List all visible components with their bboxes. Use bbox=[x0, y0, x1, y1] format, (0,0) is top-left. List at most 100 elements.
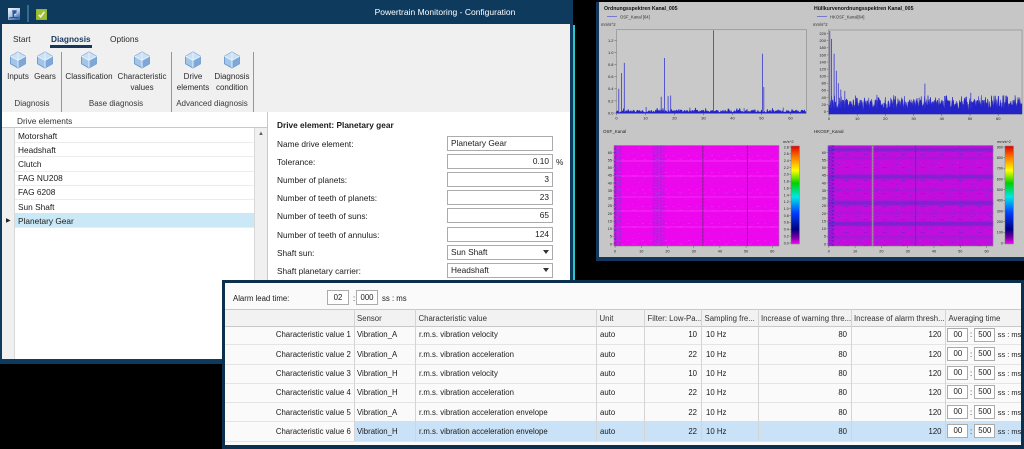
svg-text:20: 20 bbox=[822, 212, 826, 216]
svg-text:0.4: 0.4 bbox=[784, 228, 789, 232]
svg-text:0: 0 bbox=[1001, 241, 1003, 245]
svg-text:30: 30 bbox=[701, 116, 706, 121]
svg-text:160: 160 bbox=[819, 52, 826, 57]
svg-text:1.0: 1.0 bbox=[784, 207, 789, 211]
svg-text:20: 20 bbox=[879, 250, 883, 254]
svg-text:20: 20 bbox=[672, 116, 677, 121]
svg-text:30: 30 bbox=[608, 197, 612, 201]
svg-text:20: 20 bbox=[883, 116, 888, 121]
svg-text:20: 20 bbox=[608, 212, 612, 216]
svg-text:OSF_Kanal: OSF_Kanal bbox=[603, 129, 626, 134]
svg-text:30: 30 bbox=[906, 250, 910, 254]
svg-text:HKOSF_Kanal[64]: HKOSF_Kanal[64] bbox=[830, 15, 864, 20]
svg-text:500: 500 bbox=[997, 188, 1003, 192]
svg-text:HKOSF_Kanal: HKOSF_Kanal bbox=[814, 129, 844, 134]
svg-text:50: 50 bbox=[822, 166, 826, 170]
svg-text:55: 55 bbox=[608, 159, 612, 163]
svg-text:0: 0 bbox=[615, 116, 618, 121]
svg-text:300: 300 bbox=[997, 209, 1003, 213]
svg-text:1.4: 1.4 bbox=[784, 193, 789, 197]
svg-text:0.6: 0.6 bbox=[608, 74, 614, 79]
svg-text:40: 40 bbox=[932, 250, 936, 254]
svg-text:1.8: 1.8 bbox=[784, 180, 789, 184]
svg-text:50: 50 bbox=[744, 250, 748, 254]
svg-text:10: 10 bbox=[853, 250, 857, 254]
svg-text:60: 60 bbox=[770, 250, 774, 254]
svg-text:200: 200 bbox=[819, 38, 826, 43]
svg-text:180: 180 bbox=[819, 45, 826, 50]
svg-text:40: 40 bbox=[730, 116, 735, 121]
svg-text:0.2: 0.2 bbox=[784, 234, 789, 238]
svg-text:0: 0 bbox=[828, 250, 830, 254]
svg-text:m/s^2: m/s^2 bbox=[783, 139, 794, 144]
svg-text:mm/s^2: mm/s^2 bbox=[997, 139, 1012, 144]
svg-text:1.2: 1.2 bbox=[608, 38, 614, 43]
svg-text:2.0: 2.0 bbox=[784, 173, 789, 177]
svg-text:60: 60 bbox=[608, 151, 612, 155]
svg-text:20: 20 bbox=[822, 102, 827, 107]
svg-text:400: 400 bbox=[997, 199, 1003, 203]
svg-text:40: 40 bbox=[608, 181, 612, 185]
svg-text:Hüllkurvenordnungsspektren Kan: Hüllkurvenordnungsspektren Kanal_005 bbox=[814, 6, 914, 12]
svg-text:15: 15 bbox=[608, 219, 612, 223]
svg-text:35: 35 bbox=[608, 189, 612, 193]
svg-text:60: 60 bbox=[822, 88, 827, 93]
svg-text:0.8: 0.8 bbox=[784, 214, 789, 218]
svg-text:0.0: 0.0 bbox=[608, 110, 614, 115]
svg-text:1.6: 1.6 bbox=[784, 186, 789, 190]
svg-text:60: 60 bbox=[788, 116, 793, 121]
svg-text:60: 60 bbox=[984, 250, 988, 254]
svg-text:0.8: 0.8 bbox=[608, 62, 614, 67]
svg-text:OSF_Kanal [64]: OSF_Kanal [64] bbox=[620, 15, 650, 20]
svg-text:50: 50 bbox=[608, 166, 612, 170]
svg-text:0: 0 bbox=[824, 109, 827, 114]
svg-text:900: 900 bbox=[997, 145, 1003, 149]
svg-text:2.8: 2.8 bbox=[784, 145, 789, 149]
svg-text:40: 40 bbox=[940, 116, 945, 121]
svg-text:60: 60 bbox=[822, 151, 826, 155]
svg-text:10: 10 bbox=[822, 227, 826, 231]
svg-text:15: 15 bbox=[822, 219, 826, 223]
svg-text:50: 50 bbox=[958, 250, 962, 254]
svg-text:2.6: 2.6 bbox=[784, 152, 789, 156]
svg-text:140: 140 bbox=[819, 59, 826, 64]
svg-text:700: 700 bbox=[997, 167, 1003, 171]
svg-text:mm/s^2: mm/s^2 bbox=[813, 22, 828, 27]
svg-text:0.0: 0.0 bbox=[784, 241, 789, 245]
svg-text:60: 60 bbox=[996, 116, 1001, 121]
svg-text:40: 40 bbox=[822, 95, 827, 100]
svg-text:200: 200 bbox=[997, 220, 1003, 224]
svg-text:40: 40 bbox=[718, 250, 722, 254]
svg-text:0.2: 0.2 bbox=[608, 98, 614, 103]
svg-text:1.0: 1.0 bbox=[608, 50, 614, 55]
svg-text:5: 5 bbox=[824, 235, 826, 239]
svg-text:40: 40 bbox=[822, 181, 826, 185]
svg-text:10: 10 bbox=[608, 227, 612, 231]
svg-text:30: 30 bbox=[911, 116, 916, 121]
svg-text:45: 45 bbox=[822, 174, 826, 178]
svg-text:1.2: 1.2 bbox=[784, 200, 789, 204]
svg-text:25: 25 bbox=[608, 204, 612, 208]
svg-text:80: 80 bbox=[822, 81, 827, 86]
svg-text:50: 50 bbox=[968, 116, 973, 121]
svg-text:0.6: 0.6 bbox=[784, 221, 789, 225]
svg-text:30: 30 bbox=[692, 250, 696, 254]
svg-text:35: 35 bbox=[822, 189, 826, 193]
svg-text:50: 50 bbox=[759, 116, 764, 121]
svg-text:45: 45 bbox=[608, 174, 612, 178]
svg-text:600: 600 bbox=[997, 177, 1003, 181]
svg-text:800: 800 bbox=[997, 156, 1003, 160]
svg-text:25: 25 bbox=[822, 204, 826, 208]
svg-text:0: 0 bbox=[824, 242, 826, 246]
svg-text:220: 220 bbox=[819, 31, 826, 36]
svg-text:30: 30 bbox=[822, 197, 826, 201]
svg-text:mm/s^2: mm/s^2 bbox=[601, 22, 616, 27]
svg-text:20: 20 bbox=[665, 250, 669, 254]
svg-text:0: 0 bbox=[614, 250, 616, 254]
svg-text:Ordnungsspektren Kanal_005: Ordnungsspektren Kanal_005 bbox=[604, 6, 678, 12]
svg-text:10: 10 bbox=[643, 116, 648, 121]
svg-text:10: 10 bbox=[855, 116, 860, 121]
svg-text:120: 120 bbox=[819, 67, 826, 72]
svg-text:5: 5 bbox=[610, 235, 612, 239]
svg-text:55: 55 bbox=[822, 159, 826, 163]
